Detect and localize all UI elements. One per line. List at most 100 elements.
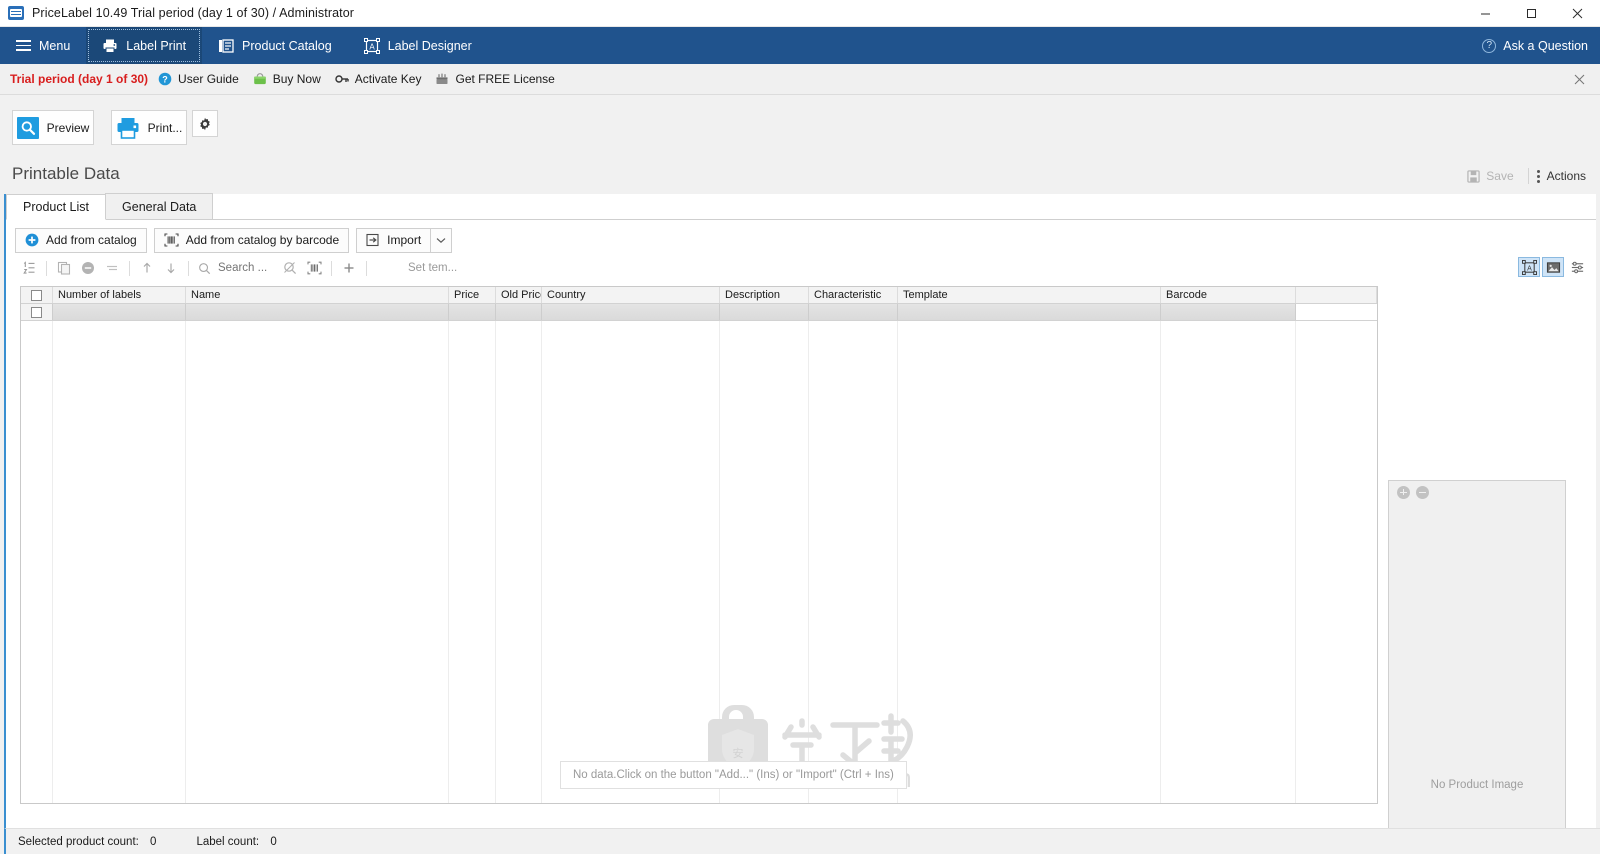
grid-filter-cell[interactable] [1161, 304, 1296, 320]
grid-header-row: Number of labels Name Price Old Price Co… [21, 287, 1377, 304]
status-bar: Selected product count: 0 Label count: 0 [4, 828, 1600, 854]
divider [188, 260, 189, 276]
remove-circle-icon[interactable] [76, 257, 100, 279]
import-dropdown-button[interactable] [430, 227, 453, 253]
minimize-button[interactable] [1462, 0, 1508, 27]
grid-filter-checkbox-cell[interactable] [21, 304, 53, 320]
select-all-checkbox[interactable] [31, 289, 42, 301]
link-label: Activate Key [354, 72, 422, 86]
print-label: Print... [147, 120, 183, 135]
divider [129, 260, 130, 276]
barcode-scan-icon[interactable] [302, 257, 326, 279]
trial-period-bar: Trial period (day 1 of 30) ? User Guide … [0, 64, 1600, 95]
search-input[interactable] [216, 261, 278, 275]
window-controls [1462, 0, 1600, 27]
grid-header-country[interactable]: Country [542, 287, 720, 303]
key-icon [335, 75, 349, 83]
grid-header-characteristic[interactable]: Characteristic [809, 287, 898, 303]
grid-filter-cell[interactable] [809, 304, 898, 320]
buy-now-link[interactable]: Buy Now [253, 72, 321, 86]
tab-product-list[interactable]: Product List [6, 194, 107, 220]
actions-button[interactable]: Actions [1535, 165, 1590, 187]
save-button[interactable]: Save [1459, 165, 1521, 187]
product-image-area[interactable]: No Product Image 激活 Windows 转到"设置"以激活 Wi… [1389, 503, 1565, 854]
divider [366, 260, 367, 276]
grid-header-old-price[interactable]: Old Price [496, 287, 542, 303]
grid-filter-cell[interactable] [898, 304, 1161, 320]
add-from-catalog-by-barcode-button[interactable]: Add from catalog by barcode [153, 227, 350, 253]
panel-tabs: Product List General Data [6, 193, 1596, 220]
grid-filter-cell[interactable] [53, 304, 186, 320]
cake-icon [436, 73, 448, 84]
plus-circle-icon[interactable] [1397, 485, 1410, 499]
grid-header-price[interactable]: Price [449, 287, 496, 303]
template-view-icon[interactable]: A [1518, 257, 1540, 277]
search-box[interactable] [194, 261, 278, 275]
get-free-license-link[interactable]: Get FREE License [435, 72, 555, 86]
nav-item-label: Label Designer [387, 38, 472, 53]
label-count-label: Label count: [196, 835, 260, 848]
minus-circle-icon[interactable] [1416, 485, 1429, 499]
nav-item-menu[interactable]: Menu [0, 27, 86, 64]
align-icon[interactable] [100, 257, 124, 279]
grid-filter-cell[interactable] [186, 304, 449, 320]
arrow-down-icon[interactable] [159, 257, 183, 279]
set-item-label[interactable]: Set tem... [408, 262, 457, 274]
gear-icon [200, 117, 210, 130]
chevron-down-icon [436, 237, 446, 243]
button-label: Add from catalog [46, 233, 137, 247]
link-label: User Guide [178, 72, 239, 86]
grid-header-select-all[interactable] [21, 287, 53, 303]
close-icon[interactable] [1568, 64, 1590, 95]
print-settings-button[interactable] [192, 110, 218, 137]
maximize-button[interactable] [1508, 0, 1554, 27]
link-label: Buy Now [272, 72, 321, 86]
grid-header-barcode[interactable]: Barcode [1161, 287, 1296, 303]
user-guide-link[interactable]: ? User Guide [158, 72, 239, 86]
grid-header-name[interactable]: Name [186, 287, 449, 303]
grid-filter-row [21, 304, 1377, 321]
filter-settings-icon[interactable] [1566, 257, 1588, 277]
arrow-up-icon[interactable] [135, 257, 159, 279]
filter-checkbox[interactable] [31, 306, 42, 318]
plus-circle-icon [25, 233, 39, 247]
activate-key-link[interactable]: Activate Key [335, 72, 422, 86]
printable-data-actions: Save Actions [1459, 165, 1590, 187]
preview-label: Preview [46, 120, 90, 135]
printable-data-header: Printable Data Save Actions [0, 158, 1600, 194]
nav-item-label-designer[interactable]: A Label Designer [348, 27, 488, 64]
grid-filter-cell[interactable] [720, 304, 809, 320]
copy-icon[interactable] [52, 257, 76, 279]
add-from-catalog-button[interactable]: Add from catalog [15, 227, 147, 253]
tab-label: General Data [122, 199, 197, 214]
no-product-image-label: No Product Image [1430, 779, 1524, 791]
preview-button[interactable]: Preview [12, 110, 94, 145]
clear-search-icon[interactable] [278, 257, 302, 279]
product-image-toolbar [1389, 481, 1565, 503]
main-navigation-bar: Menu Label Print Product Catalog A Label… [0, 27, 1600, 64]
import-button[interactable]: Import [356, 227, 432, 253]
nav-item-label-print[interactable]: Label Print [86, 27, 203, 64]
tab-general-data[interactable]: General Data [105, 193, 214, 219]
grid-filter-cell[interactable] [449, 304, 496, 320]
plus-icon[interactable] [337, 257, 361, 279]
tab-label: Product List [23, 200, 90, 214]
shopping-basket-icon [253, 73, 266, 85]
divider [1527, 168, 1529, 184]
grid-header-template[interactable]: Template [898, 287, 1161, 303]
grid-filter-cell[interactable] [496, 304, 542, 320]
hamburger-icon [16, 40, 31, 51]
print-button[interactable]: Print... [111, 110, 187, 145]
close-button[interactable] [1554, 0, 1600, 27]
grid-header-number-of-labels[interactable]: Number of labels [53, 287, 186, 303]
nav-item-product-catalog[interactable]: Product Catalog [202, 27, 348, 64]
nav-item-label: Product Catalog [242, 38, 332, 53]
printer-icon [117, 117, 139, 139]
numbering-icon[interactable] [17, 257, 41, 279]
ask-a-question-button[interactable]: ? Ask a Question [1482, 27, 1588, 64]
grid-filter-cell[interactable] [542, 304, 720, 320]
divider [331, 260, 332, 276]
svg-text:A: A [369, 42, 375, 51]
image-view-icon[interactable] [1542, 257, 1564, 277]
grid-header-description[interactable]: Description [720, 287, 809, 303]
